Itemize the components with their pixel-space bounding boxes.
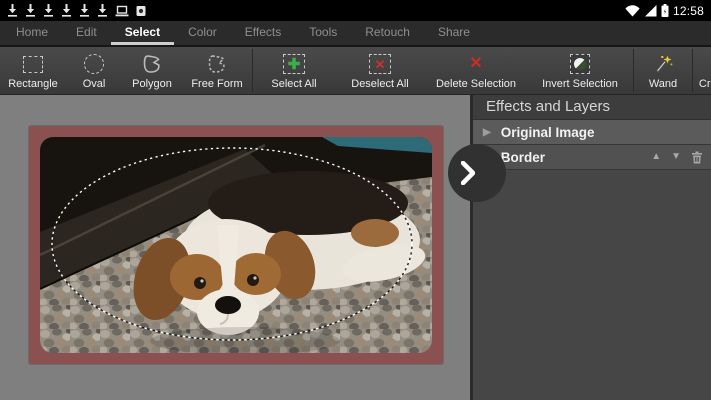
download-icon [61,4,72,17]
toolbar-button-label: Polygon [132,78,172,90]
crop-selection-button[interactable]: Crop Selection [693,47,711,94]
deselect-all-button[interactable]: ✕ Deselect All [335,47,425,94]
effects-layers-panel: Effects and Layers ▶ Original Image ▶ Bo… [470,95,711,400]
toolbar-button-label: Deselect All [351,78,408,90]
panel-collapse-handle[interactable] [448,144,506,202]
menu-bar: Home Edit Select Color Effects Tools Ret… [0,21,711,47]
layer-row-border[interactable]: ▶ Border ▲ ▼ [473,145,711,170]
wifi-icon [625,5,640,17]
delete-layer-icon[interactable] [691,151,703,164]
download-icon [43,4,54,17]
canvas-area[interactable]: Effects and Layers ▶ Original Image ▶ Bo… [0,95,711,400]
rectangle-select-icon [23,56,43,73]
status-bar: 12:58 [0,0,711,21]
toolbar-button-label: Select All [271,78,316,90]
tab-effects[interactable]: Effects [231,21,295,45]
tab-retouch[interactable]: Retouch [351,21,424,45]
move-layer-up-icon[interactable]: ▲ [651,152,661,162]
oval-select-button[interactable]: Oval [66,47,122,94]
oval-select-icon [84,54,104,74]
layer-row-original-image[interactable]: ▶ Original Image [473,120,711,145]
free-form-select-icon [205,52,229,76]
download-icon [25,4,36,17]
deselect-all-icon: ✕ [369,54,391,74]
layer-label: Original Image [501,125,595,140]
tab-home[interactable]: Home [2,21,62,45]
invert-selection-icon [570,54,590,74]
laptop-icon [115,5,129,17]
layer-label: Border [501,150,545,165]
free-form-select-button[interactable]: Free Form [182,47,252,94]
photo-icon [136,5,146,17]
expand-arrow-icon[interactable]: ▶ [483,127,491,138]
download-icon [97,4,108,17]
battery-icon [661,4,669,17]
tab-color[interactable]: Color [174,21,231,45]
move-layer-down-icon[interactable]: ▼ [671,152,681,162]
toolbar-button-label: Wand [649,78,677,90]
delete-selection-icon: ✕ [469,56,482,72]
image-with-border-frame[interactable] [29,126,443,364]
select-all-icon: ✚ [283,54,305,74]
tab-share[interactable]: Share [424,21,484,45]
polygon-select-button[interactable]: Polygon [122,47,182,94]
polygon-select-icon [140,52,164,76]
toolbar-button-label: Invert Selection [542,78,618,90]
delete-selection-button[interactable]: ✕ Delete Selection [425,47,527,94]
toolbar-button-label: Free Form [191,78,242,90]
system-status-icons: 12:58 [625,4,704,18]
tab-edit[interactable]: Edit [62,21,111,45]
wand-icon [651,52,675,76]
toolbar-button-label: Rectangle [8,78,58,90]
cellular-signal-icon [644,5,657,17]
panel-title: Effects and Layers [473,95,711,120]
chevron-right-icon [461,161,475,185]
tab-tools[interactable]: Tools [295,21,351,45]
tab-select[interactable]: Select [111,21,174,45]
clock: 12:58 [673,4,704,18]
beagle-photo[interactable] [40,137,432,353]
select-all-button[interactable]: ✚ Select All [253,47,335,94]
wand-button[interactable]: Wand [634,47,692,94]
toolbar-button-label: Crop Selection [699,78,711,90]
download-icon [79,4,90,17]
download-icon [7,4,18,17]
invert-selection-button[interactable]: Invert Selection [527,47,633,94]
toolbar-button-label: Delete Selection [436,78,516,90]
rectangle-select-button[interactable]: Rectangle [0,47,66,94]
toolbar-button-label: Oval [83,78,106,90]
selection-toolbar: Rectangle Oval Polygon Free Form ✚ Selec… [0,47,711,95]
notification-icons [7,4,146,17]
